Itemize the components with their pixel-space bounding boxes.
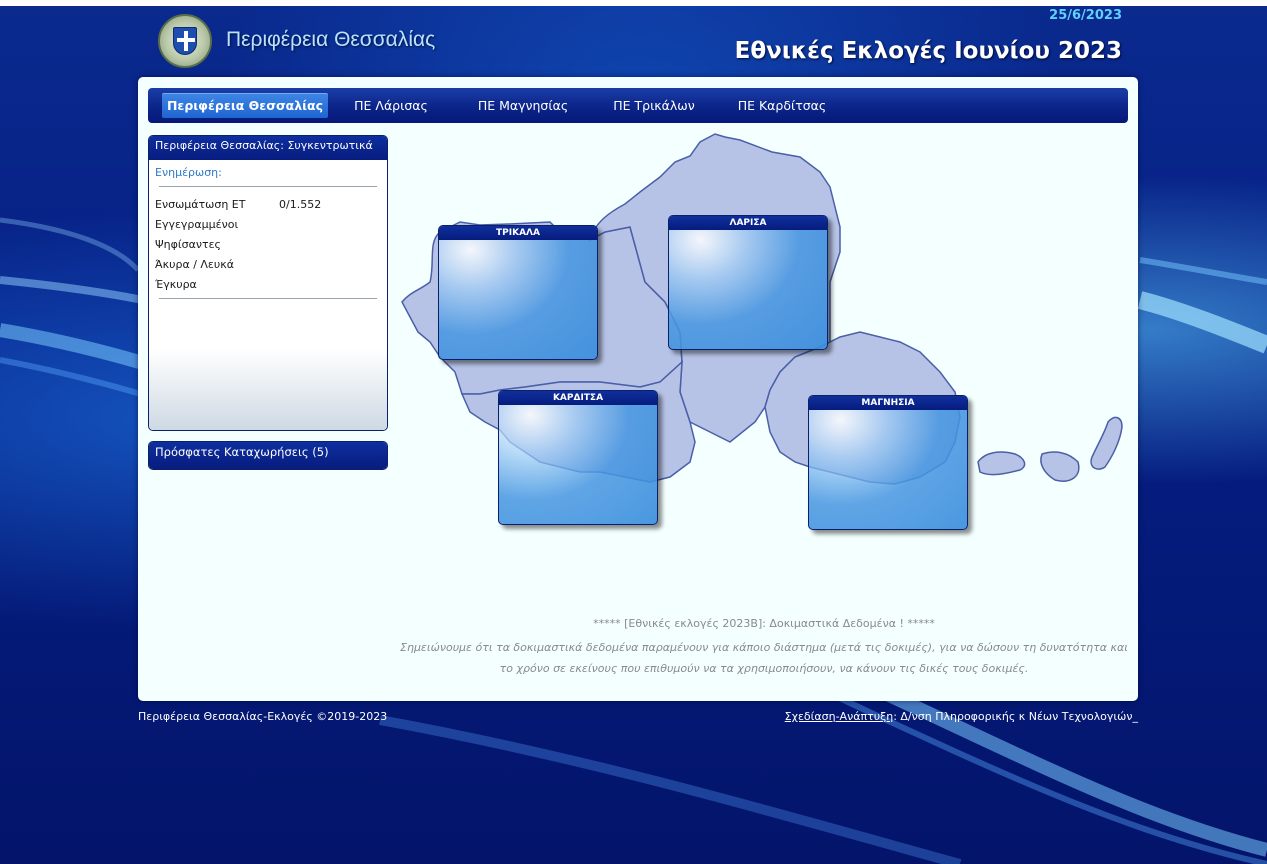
row-label-invalid-blank: Άκυρα / Λευκά — [155, 258, 234, 271]
org-name[interactable]: Περιφέρεια Θεσσαλίας — [226, 28, 435, 52]
row-label-voted: Ψηφίσαντες — [155, 238, 221, 251]
recent-entries-box[interactable]: Πρόσφατες Καταχωρήσεις (5) — [148, 441, 388, 470]
greek-coat-of-arms-icon[interactable] — [158, 14, 212, 68]
summary-title: Περιφέρεια Θεσσαλίας: Συγκεντρωτικά — [149, 136, 387, 160]
nav-item-thessaly[interactable]: Περιφέρεια Θεσσαλίας — [162, 93, 328, 118]
row-value-incorporation: 0/1.552 — [279, 198, 322, 211]
credits-link[interactable]: Σχεδίαση-Ανάπτυξη — [785, 710, 894, 723]
shield-cross-icon — [173, 27, 197, 55]
district-title-trikala[interactable]: ΤΡΙΚΑΛΑ — [439, 226, 597, 240]
district-title-magnisia[interactable]: ΜΑΓΝΗΣΙΑ — [809, 396, 967, 410]
district-card-magnisia[interactable]: ΜΑΓΝΗΣΙΑ — [808, 395, 968, 530]
divider — [159, 298, 377, 299]
map-island-alonissos[interactable] — [1090, 416, 1123, 470]
district-card-trikala[interactable]: ΤΡΙΚΑΛΑ — [438, 225, 598, 360]
row-label-incorporation: Ενσωμάτωση ΕΤ — [155, 198, 246, 211]
notice-title: ***** [Εθνικές εκλογές 2023Β]: Δοκιμαστι… — [593, 617, 935, 630]
main-panel: Περιφέρεια Θεσσαλίας ΠΕ Λάρισας ΠΕ Μαγνη… — [138, 77, 1138, 701]
page-date: 25/6/2023 — [1049, 8, 1122, 23]
summary-box: Περιφέρεια Θεσσαλίας: Συγκεντρωτικά Ενημ… — [148, 135, 388, 431]
notice-body: Σημειώνουμε ότι τα δοκιμαστικά δεδομένα … — [400, 641, 1128, 675]
nav-item-larisa[interactable]: ΠΕ Λάρισας — [346, 93, 436, 118]
district-title-karditsa[interactable]: ΚΑΡΔΙΤΣΑ — [499, 391, 657, 405]
nav-item-magnisia[interactable]: ΠΕ Μαγνησίας — [468, 93, 578, 118]
nav-item-karditsa[interactable]: ΠΕ Καρδίτσας — [732, 93, 832, 118]
district-card-karditsa[interactable]: ΚΑΡΔΙΤΣΑ — [498, 390, 658, 525]
map-island-skopelos[interactable] — [1040, 451, 1080, 482]
nav-item-trikala[interactable]: ΠΕ Τρικάλων — [606, 93, 702, 118]
row-label-valid: Έγκυρα — [155, 278, 197, 291]
footer-credits: Σχεδίαση-Ανάπτυξη: Δ/νση Πληροφορικής κ … — [785, 710, 1138, 723]
row-label-registered: Εγγεγραμμένοι — [155, 218, 239, 231]
divider — [159, 186, 377, 187]
page-title: Εθνικές Εκλογές Ιουνίου 2023 — [734, 38, 1122, 64]
footer-copyright: Περιφέρεια Θεσσαλίας-Εκλογές ©2019-2023 — [138, 710, 388, 723]
district-title-larisa[interactable]: ΛΑΡΙΣΑ — [669, 216, 827, 230]
top-strip — [0, 0, 1267, 6]
nav-bar: Περιφέρεια Θεσσαλίας ΠΕ Λάρισας ΠΕ Μαγνη… — [148, 88, 1128, 123]
district-card-larisa[interactable]: ΛΑΡΙΣΑ — [668, 215, 828, 350]
credits-text: : Δ/νση Πληροφορικής κ Νέων Τεχνολογιών_ — [893, 710, 1138, 723]
recent-entries-title[interactable]: Πρόσφατες Καταχωρήσεις (5) — [149, 442, 387, 469]
update-label: Ενημέρωση: — [155, 166, 222, 179]
map-island-skiathos[interactable] — [977, 451, 1026, 476]
summary-body: Ενημέρωση: Ενσωμάτωση ΕΤ 0/1.552 Εγγεγρα… — [149, 160, 387, 430]
